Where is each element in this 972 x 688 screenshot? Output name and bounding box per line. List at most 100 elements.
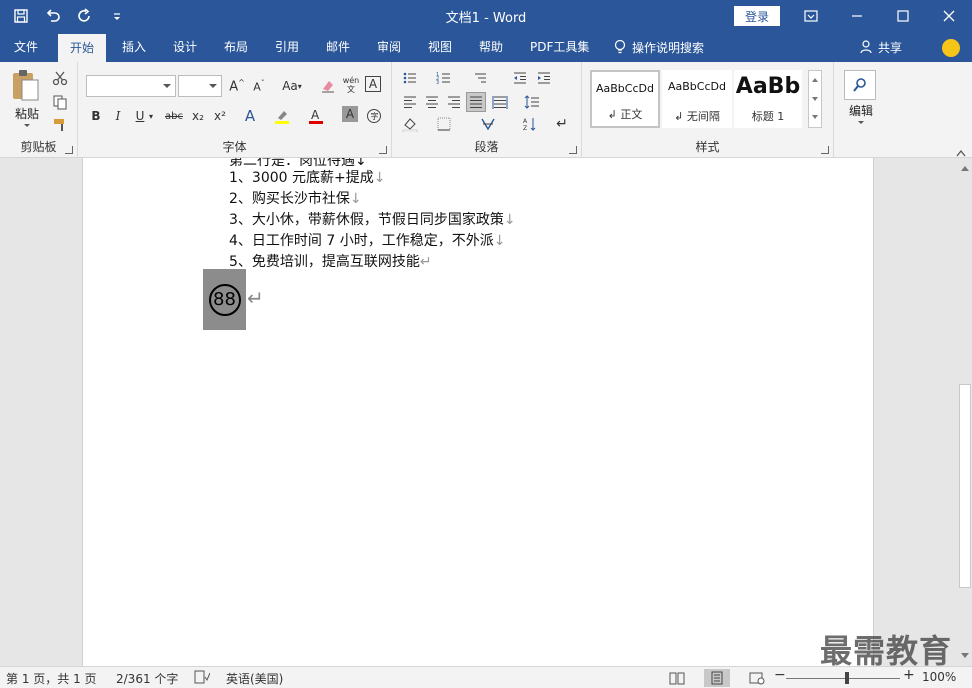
tab-home[interactable]: 开始 <box>58 34 107 62</box>
zoom-level[interactable]: 100% <box>922 670 956 684</box>
tab-insert[interactable]: 插入 <box>120 32 148 62</box>
clear-formatting-icon[interactable] <box>318 76 338 96</box>
align-center-icon[interactable] <box>422 92 442 112</box>
borders-icon[interactable] <box>434 114 454 134</box>
styles-gallery-scroll[interactable] <box>808 70 822 128</box>
styles-group-label: 样式 <box>695 140 720 154</box>
customize-qat-icon[interactable] <box>104 4 130 28</box>
zoom-slider-thumb[interactable] <box>845 672 849 684</box>
login-button[interactable]: 登录 <box>734 6 780 26</box>
change-case-button[interactable]: Aa ▾ <box>277 76 307 96</box>
subscript-button[interactable]: x₂ <box>188 106 208 126</box>
tell-me-label: 操作说明搜索 <box>632 40 705 55</box>
tell-me-search[interactable]: 操作说明搜索 <box>614 32 704 62</box>
character-border-icon[interactable]: A <box>365 76 381 92</box>
tab-help[interactable]: 帮助 <box>477 32 505 62</box>
enclosed-character-selection[interactable]: 88 <box>203 269 246 330</box>
style-heading-1[interactable]: AaBb 标题 1 <box>734 70 802 128</box>
chinese-layout-icon[interactable] <box>478 114 498 134</box>
strikethrough-button[interactable]: abc <box>162 106 186 126</box>
collapse-ribbon-icon[interactable] <box>956 146 966 157</box>
styles-down-arrow[interactable] <box>812 97 818 104</box>
tab-pdf-tools[interactable]: PDF工具集 <box>528 32 591 62</box>
tab-layout[interactable]: 布局 <box>222 32 250 62</box>
undo-icon[interactable] <box>40 4 66 28</box>
clipboard-launcher[interactable] <box>65 146 73 154</box>
numbering-icon[interactable]: 123 <box>434 68 454 88</box>
increase-indent-icon[interactable] <box>534 68 554 88</box>
word-count[interactable]: 2/361 个字 <box>116 670 178 687</box>
distributed-icon[interactable] <box>490 92 510 112</box>
editing-button[interactable]: 编辑 <box>844 70 878 132</box>
bullets-icon[interactable] <box>400 68 420 88</box>
scroll-down-arrow[interactable] <box>961 653 969 662</box>
copy-icon[interactable] <box>50 92 70 112</box>
style-normal[interactable]: AaBbCcDd ↲ 正文 <box>590 70 660 128</box>
highlight-icon[interactable] <box>272 106 292 126</box>
paragraph-launcher[interactable] <box>569 146 577 154</box>
save-icon[interactable] <box>8 4 34 28</box>
tab-references[interactable]: 引用 <box>273 32 301 62</box>
multilevel-list-icon[interactable] <box>470 68 490 88</box>
scroll-up-arrow[interactable] <box>961 162 969 171</box>
editing-label: 编辑 <box>848 104 873 118</box>
line-spacing-icon[interactable] <box>522 92 542 112</box>
decrease-indent-icon[interactable] <box>510 68 530 88</box>
paragraph-group-label: 段落 <box>474 140 499 154</box>
character-shading-icon[interactable]: A <box>342 106 358 122</box>
read-mode-icon[interactable] <box>664 669 690 687</box>
zoom-slider-track[interactable] <box>786 678 900 679</box>
ribbon-display-options-icon[interactable] <box>788 0 834 32</box>
print-layout-icon[interactable] <box>704 669 730 687</box>
tab-mailings[interactable]: 邮件 <box>324 32 352 62</box>
show-marks-icon[interactable]: ↵ <box>552 114 572 134</box>
styles-up-arrow[interactable] <box>812 75 818 82</box>
vertical-scrollbar[interactable] <box>958 158 972 666</box>
zoom-out-button[interactable]: − <box>774 667 786 683</box>
sort-icon[interactable]: AZ <box>520 114 540 134</box>
cut-icon[interactable] <box>50 68 70 88</box>
font-launcher[interactable] <box>379 146 387 154</box>
web-layout-icon[interactable] <box>744 669 770 687</box>
align-right-icon[interactable] <box>444 92 464 112</box>
paste-button[interactable]: 粘贴 <box>10 68 44 132</box>
shrink-font-icon[interactable]: Aˇ <box>249 76 269 96</box>
font-size-combo[interactable] <box>178 75 222 97</box>
style-no-spacing[interactable]: AaBbCcDd ↲ 无间隔 <box>662 70 732 128</box>
zoom-in-button[interactable]: + <box>903 667 915 683</box>
superscript-button[interactable]: x² <box>210 106 230 126</box>
maximize-icon[interactable] <box>880 0 926 32</box>
format-painter-icon[interactable] <box>50 115 70 135</box>
minimize-icon[interactable] <box>834 0 880 32</box>
styles-launcher[interactable] <box>821 146 829 154</box>
document-page[interactable]: 第二行是：岗位待遇↓ 1、3000 元底薪+提成↓ 2、购买长沙市社保↓ 3、大… <box>82 158 874 666</box>
redo-icon[interactable] <box>72 4 98 28</box>
enclose-characters-icon[interactable]: 字 <box>364 106 384 126</box>
language-indicator[interactable]: 英语(美国) <box>226 670 283 687</box>
bold-button[interactable]: B <box>86 106 106 126</box>
shading-icon[interactable] <box>400 114 420 134</box>
tab-review[interactable]: 审阅 <box>375 32 403 62</box>
close-icon[interactable] <box>926 0 972 32</box>
page-count[interactable]: 第 1 页，共 1 页 <box>6 670 97 687</box>
font-color-icon[interactable]: A <box>306 106 326 126</box>
svg-text:Z: Z <box>523 125 527 132</box>
italic-button[interactable]: I <box>108 106 128 126</box>
font-name-combo[interactable] <box>86 75 176 97</box>
share-label: 共享 <box>878 40 903 55</box>
scroll-thumb[interactable] <box>959 384 971 588</box>
phonetic-guide-icon[interactable]: wén 文 <box>341 75 361 95</box>
grow-font-icon[interactable]: A^ <box>227 76 247 96</box>
tab-design[interactable]: 设计 <box>171 32 199 62</box>
justify-icon[interactable] <box>466 92 486 112</box>
status-bar: 第 1 页，共 1 页 2/361 个字 英语(美国) − + 100% <box>0 666 972 688</box>
share-button[interactable]: 共享 <box>860 32 902 62</box>
proofing-icon[interactable] <box>194 670 211 687</box>
feedback-smiley-icon[interactable] <box>942 39 960 57</box>
text-effects-icon[interactable]: A <box>240 106 260 126</box>
styles-more-arrow[interactable] <box>812 115 818 122</box>
align-left-icon[interactable] <box>400 92 420 112</box>
underline-dropdown-icon[interactable]: ▾ <box>146 106 156 126</box>
tab-view[interactable]: 视图 <box>426 32 454 62</box>
tab-file[interactable]: 文件 <box>12 32 40 62</box>
